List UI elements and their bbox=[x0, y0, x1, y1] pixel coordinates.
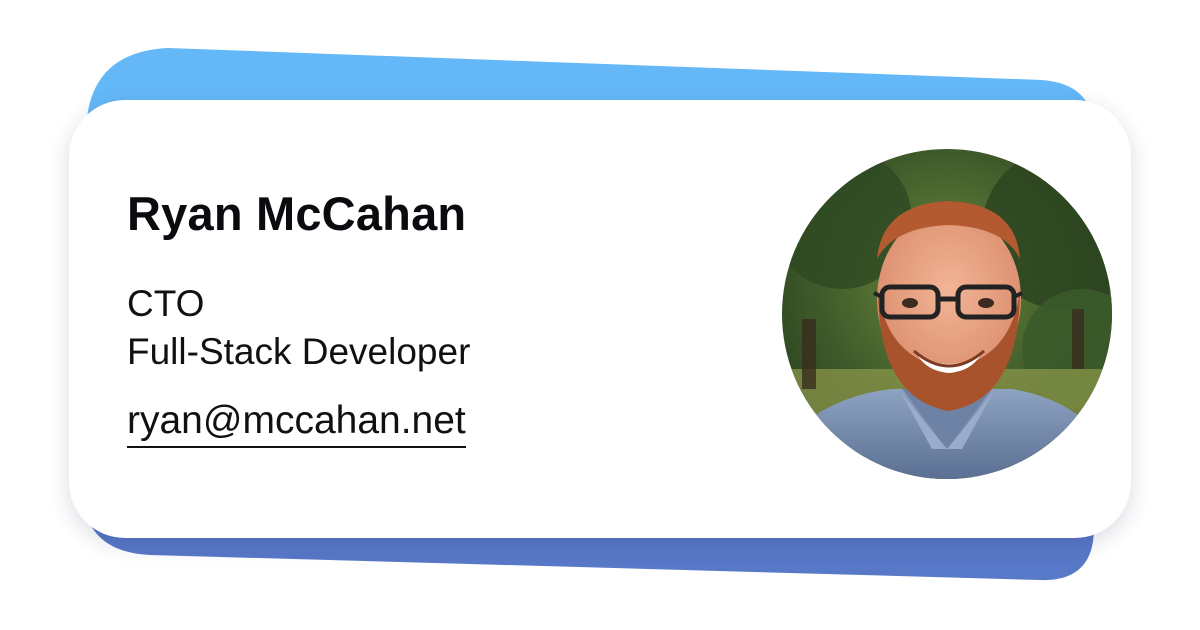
role-title: CTO bbox=[127, 283, 205, 324]
profile-roles: CTO Full-Stack Developer bbox=[127, 280, 470, 376]
role-description: Full-Stack Developer bbox=[127, 331, 471, 372]
profile-card: Ryan McCahan CTO Full-Stack Developer ry… bbox=[69, 100, 1131, 538]
profile-photo-icon bbox=[782, 149, 1112, 479]
email-link[interactable]: ryan@mccahan.net bbox=[127, 396, 466, 448]
profile-name: Ryan McCahan bbox=[127, 187, 467, 240]
avatar bbox=[782, 149, 1112, 479]
